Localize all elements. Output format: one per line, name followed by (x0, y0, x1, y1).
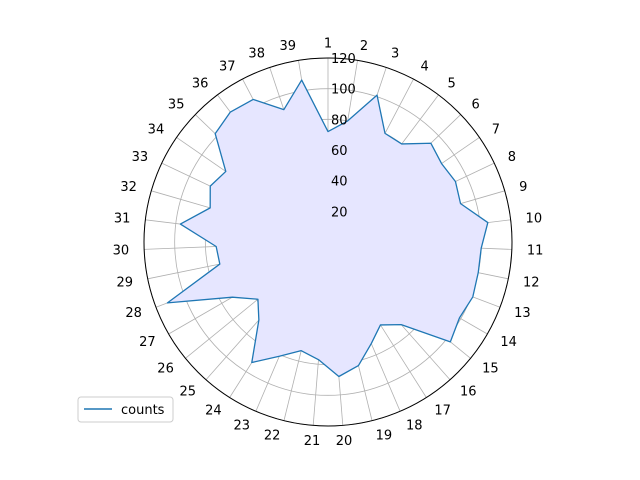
category-label-20: 20 (336, 434, 353, 449)
category-label-14: 14 (500, 335, 517, 350)
rtick-label-40: 40 (331, 175, 348, 190)
category-label-30: 30 (113, 244, 130, 259)
category-label-39: 39 (280, 39, 297, 54)
category-label-36: 36 (192, 76, 209, 91)
category-label-37: 37 (219, 59, 236, 74)
category-label-4: 4 (420, 59, 428, 74)
rtick-label-100: 100 (331, 83, 356, 98)
category-label-35: 35 (168, 98, 185, 113)
category-label-12: 12 (523, 275, 540, 290)
category-label-15: 15 (482, 361, 499, 376)
rtick-label-20: 20 (331, 205, 348, 220)
category-label-34: 34 (148, 122, 165, 137)
category-label-33: 33 (132, 150, 149, 165)
category-label-9: 9 (519, 180, 527, 195)
category-label-11: 11 (527, 244, 544, 259)
category-label-22: 22 (264, 429, 281, 444)
category-label-16: 16 (460, 384, 477, 399)
rtick-label-120: 120 (331, 52, 356, 67)
category-label-10: 10 (526, 212, 543, 227)
category-label-27: 27 (139, 335, 156, 350)
rtick-label-80: 80 (331, 113, 348, 128)
category-label-21: 21 (304, 434, 321, 449)
category-label-23: 23 (233, 419, 250, 434)
category-label-7: 7 (492, 122, 500, 137)
category-label-3: 3 (391, 47, 399, 62)
category-label-38: 38 (248, 47, 265, 62)
category-label-24: 24 (205, 404, 222, 419)
legend-label-counts: counts (121, 403, 165, 418)
category-label-19: 19 (376, 429, 393, 444)
category-label-6: 6 (472, 98, 480, 113)
category-label-1: 1 (324, 37, 332, 52)
rtick-label-60: 60 (331, 144, 348, 159)
category-label-18: 18 (406, 419, 423, 434)
category-label-26: 26 (157, 361, 174, 376)
category-label-13: 13 (514, 306, 531, 321)
category-label-28: 28 (125, 306, 142, 321)
category-label-17: 17 (434, 404, 451, 419)
category-label-29: 29 (116, 275, 133, 290)
category-label-5: 5 (448, 76, 456, 91)
category-label-8: 8 (508, 150, 516, 165)
category-label-2: 2 (360, 39, 368, 54)
legend: counts (77, 396, 174, 423)
category-label-25: 25 (179, 384, 196, 399)
category-label-32: 32 (120, 180, 137, 195)
radar-chart: 20406080100120 1 234567891011121314151617… (77, 37, 544, 449)
category-label-31: 31 (114, 212, 131, 227)
